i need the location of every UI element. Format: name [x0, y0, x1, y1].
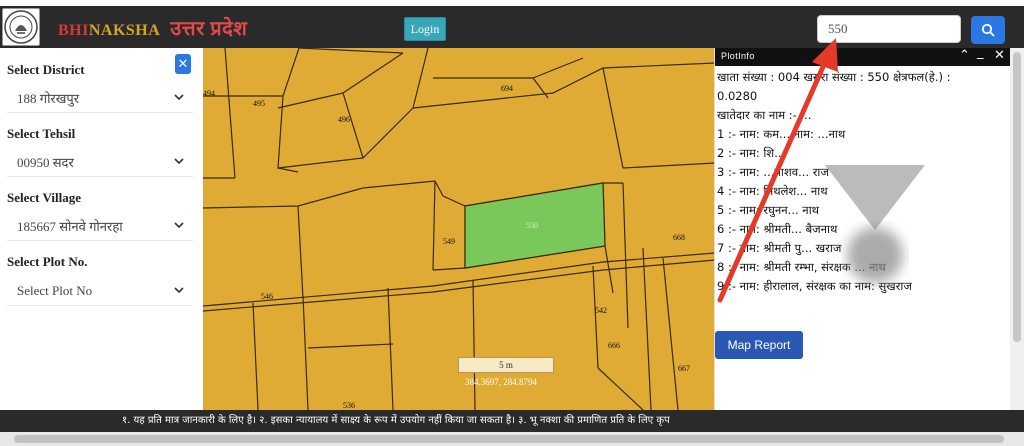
annotation-arrow-icon [717, 38, 838, 303]
